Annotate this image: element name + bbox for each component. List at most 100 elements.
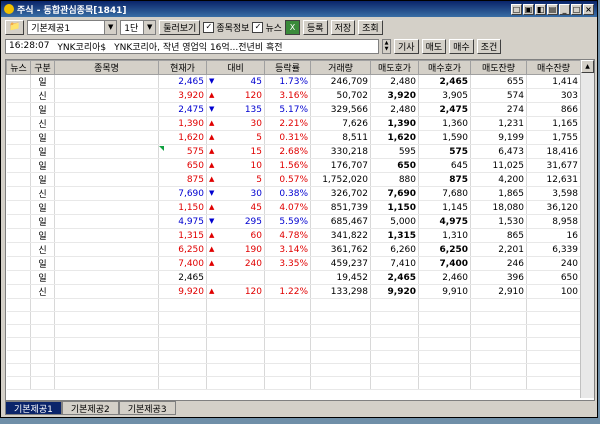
table-row[interactable]: 일 1,315 ▲ 60 4.78% 341,822 1,315 1,310 865 16	[6, 228, 581, 243]
rate-cell: 0.38%	[264, 186, 311, 201]
pin-icon[interactable]: □	[511, 3, 522, 15]
table-row[interactable]: 신 1,390 ▲ 30 2.21% 7,626 1,390 1,360 1,231 1,165	[6, 116, 581, 131]
empty-cell	[264, 298, 311, 312]
column-header[interactable]: 종목명	[54, 60, 159, 75]
table-row[interactable]: 신 6,250 ▲ 190 3.14% 361,762 6,260 6,250 2,201 6,3…	[6, 242, 581, 257]
price-cell: 7,400	[158, 256, 207, 271]
query-button[interactable]: 조회	[358, 19, 383, 35]
copy-icon[interactable]: ◧	[535, 3, 546, 15]
print-icon[interactable]: ▤	[547, 3, 558, 15]
link-icon[interactable]: ▣	[523, 3, 534, 15]
group-select[interactable]: 기본제공1 ▼	[27, 19, 118, 35]
diff-value: 240	[244, 258, 262, 269]
diff-cell: ▲ 120	[206, 88, 265, 103]
column-header[interactable]: 매수잔량	[526, 60, 581, 75]
news-marker-icon	[159, 146, 164, 151]
tab-group-3[interactable]: 기본제공3	[118, 401, 176, 415]
diff-cell: ▲ 10	[206, 158, 265, 173]
vertical-scrollbar[interactable]: ▲	[580, 60, 594, 398]
table-row[interactable]: 일 1,620 ▲ 5 0.31% 8,511 1,620 1,590 9,199 1,755	[6, 130, 581, 145]
empty-cell	[264, 350, 311, 364]
price-cell: 4,975	[158, 214, 207, 229]
bid-qty-cell: 6,339	[526, 242, 581, 257]
stock-grid[interactable]: 뉴스 구분 종목명 현재가 대비 등락률 거래량 매도호가 매수호가 매도잔량 매수잔량 일 2,46…	[5, 59, 595, 401]
column-header[interactable]: 뉴스	[6, 60, 31, 75]
table-row[interactable]: 신 9,920 ▲ 120 1.22% 133,298 9,920 9,910 2,910 100	[6, 284, 581, 299]
table-row[interactable]: 일 875 ▲ 5 0.57% 1,752,020 880 875 4,200 12,631	[6, 172, 581, 187]
title-bar[interactable]: 주식 - 동합관심종목[1841] □ ▣ ◧ ▤ _ □ ×	[1, 1, 597, 17]
chevron-down-icon[interactable]: ▼	[383, 46, 390, 53]
name-cell	[54, 172, 159, 187]
news-spinner[interactable]: ▲ ▼	[382, 38, 391, 54]
article-button[interactable]: 기사	[394, 38, 419, 54]
close-button[interactable]: ×	[583, 3, 594, 15]
unit-select[interactable]: 1단 ▼	[120, 19, 157, 35]
table-row[interactable]: 일 2,465 ▼ 45 1.73% 246,709 2,480 2,465 655 1,414	[6, 74, 581, 89]
excel-icon[interactable]: X	[285, 19, 301, 35]
down-arrow-icon: ▼	[209, 104, 215, 113]
minimize-button[interactable]: _	[559, 3, 570, 15]
sell-button[interactable]: 매도	[421, 38, 447, 54]
rate-cell: 0.31%	[264, 130, 311, 145]
ask-cell: 595	[370, 144, 419, 159]
buy-button[interactable]: 매수	[449, 38, 474, 54]
empty-cell	[470, 363, 527, 377]
volume-cell: 1,752,020	[310, 172, 371, 187]
empty-cell	[158, 324, 207, 338]
folder-icon[interactable]: 📁	[5, 19, 25, 35]
table-row[interactable]: 일 575 ▲ 15 2.68% 330,218 595 575 6,473 18,416	[6, 144, 581, 159]
diff-cell: ▲ 190	[206, 242, 265, 257]
table-row[interactable]: 신 3,920 ▲ 120 3.16% 50,702 3,920 3,905 574 303	[6, 88, 581, 103]
empty-cell	[158, 298, 207, 312]
chevron-down-icon[interactable]: ▼	[143, 20, 156, 34]
tab-bar: 기본제공1 기본제공2 기본제공3	[5, 401, 176, 415]
diff-cell: ▼ 135	[206, 102, 265, 117]
stockinfo-checkbox[interactable]: ✓ 종목정보	[203, 21, 249, 34]
volume-cell: 459,237	[310, 256, 371, 271]
column-header[interactable]: 거래량	[310, 60, 371, 75]
condition-button[interactable]: 조건	[476, 38, 502, 54]
table-row[interactable]: 일 7,400 ▲ 240 3.35% 459,237 7,410 7,400 246 240	[6, 256, 581, 271]
up-arrow-icon: ▲	[209, 174, 215, 183]
volume-cell: 851,739	[310, 200, 371, 215]
type-cell: 일	[30, 214, 55, 229]
maximize-button[interactable]: □	[571, 3, 582, 15]
column-header[interactable]: 매수호가	[418, 60, 471, 75]
tab-group-1[interactable]: 기본제공1	[5, 401, 62, 415]
news-cell	[6, 102, 31, 117]
save-button[interactable]: 저장	[330, 19, 356, 35]
news-cell	[6, 74, 31, 89]
table-row[interactable]: 신 7,690 ▼ 30 0.38% 326,702 7,690 7,680 1,865 3,59…	[6, 186, 581, 201]
column-header[interactable]: 현재가	[158, 60, 207, 75]
name-cell	[54, 270, 159, 285]
empty-cell	[470, 311, 527, 325]
empty-cell	[470, 298, 527, 312]
empty-cell	[418, 363, 471, 377]
empty-cell	[310, 337, 371, 351]
register-button[interactable]: 등록	[303, 19, 328, 35]
news-cell	[6, 158, 31, 173]
price-cell: 1,620	[158, 130, 207, 145]
column-header[interactable]: 매도호가	[370, 60, 419, 75]
scroll-up-icon[interactable]: ▲	[581, 60, 594, 73]
toolbar: 📁 기본제공1 ▼ 1단 ▼ 둘러보기 ✓ 종목정보 ✓ 뉴스 X 등록 저장 …	[1, 17, 597, 37]
column-header[interactable]: 구분	[30, 60, 55, 75]
chevron-down-icon[interactable]: ▼	[104, 20, 117, 34]
tab-group-2[interactable]: 기본제공2	[61, 401, 119, 415]
table-row[interactable]: 일 650 ▲ 10 1.56% 176,707 650 645 11,025 31,677	[6, 158, 581, 173]
table-row[interactable]: 일 2,475 ▼ 135 5.17% 329,566 2,480 2,475 274 866	[6, 102, 581, 117]
bid-qty-cell: 18,416	[526, 144, 581, 159]
price-cell: 2,465	[158, 74, 207, 89]
table-row[interactable]: 일 2,465 19,452 2,465 2,460 396 650	[6, 270, 581, 285]
column-header[interactable]: 대비	[206, 60, 265, 75]
table-row[interactable]: 일 1,150 ▲ 45 4.07% 851,739 1,150 1,145 18,080 36,…	[6, 200, 581, 215]
column-header[interactable]: 등락률	[264, 60, 311, 75]
news-checkbox[interactable]: ✓ 뉴스	[252, 21, 282, 34]
browse-button[interactable]: 둘러보기	[159, 19, 201, 35]
empty-cell	[30, 324, 55, 338]
type-cell: 일	[30, 256, 55, 271]
news-ticker[interactable]: 16:28:07 YNK코리아$ YNK코리아, 작년 영업익 16억...전년…	[5, 38, 379, 54]
column-header[interactable]: 매도잔량	[470, 60, 527, 75]
table-row[interactable]: 일 4,975 ▼ 295 5.59% 685,467 5,000 4,975 1,530 8,9…	[6, 214, 581, 229]
diff-value: 30	[250, 188, 262, 199]
